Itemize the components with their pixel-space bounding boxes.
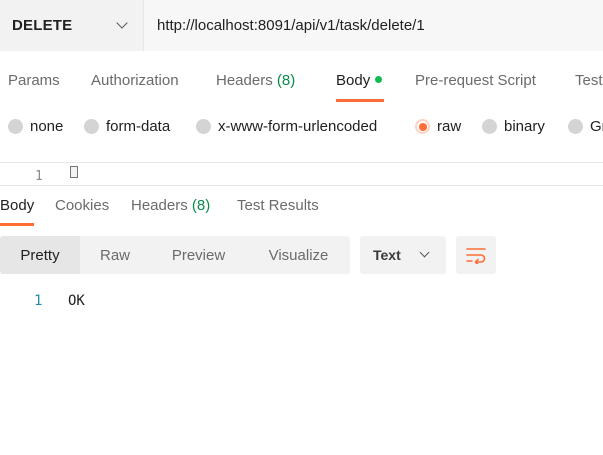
tab-tests[interactable]: Tests — [575, 72, 603, 89]
radio-circle — [196, 119, 211, 134]
radio-urlencoded-label: x-www-form-urlencoded — [218, 118, 378, 135]
response-tab-headers-count: (8) — [191, 197, 211, 214]
response-tab-body[interactable]: Body — [0, 197, 34, 214]
view-pretty-button[interactable]: Pretty — [0, 236, 80, 274]
tab-headers[interactable]: Headers (8) — [216, 72, 295, 89]
radio-circle-selected — [415, 119, 430, 134]
response-tab-headers[interactable]: Headers (8) — [131, 197, 210, 214]
tab-params[interactable]: Params — [8, 72, 60, 89]
view-visualize-button[interactable]: Visualize — [247, 236, 350, 274]
radio-circle — [482, 119, 497, 134]
wrap-lines-button[interactable] — [456, 236, 496, 274]
response-tabs: Body Cookies Headers (8) Test Results — [0, 186, 603, 226]
response-tab-test-results[interactable]: Test Results — [237, 197, 319, 214]
radio-circle — [8, 119, 23, 134]
response-body[interactable]: 1 OK — [0, 288, 603, 318]
chevron-down-icon — [116, 17, 128, 29]
wrap-lines-icon — [466, 248, 486, 264]
response-tab-cookies[interactable]: Cookies — [55, 197, 109, 214]
radio-circle — [84, 119, 99, 134]
editor-line-number: 1 — [35, 169, 43, 184]
body-type-options: none form-data x-www-form-urlencoded raw… — [0, 112, 603, 142]
radio-circle — [568, 119, 583, 134]
active-response-tab-indicator — [0, 223, 34, 226]
view-preview-button[interactable]: Preview — [150, 236, 247, 274]
view-raw-button[interactable]: Raw — [80, 236, 150, 274]
chevron-down-icon — [419, 247, 430, 258]
tab-headers-count: (8) — [276, 72, 296, 89]
radio-none[interactable]: none — [8, 118, 63, 135]
response-line-number: 1 — [34, 293, 43, 309]
tab-headers-label: Headers — [216, 72, 273, 89]
radio-form-data-label: form-data — [106, 118, 171, 135]
format-select[interactable]: Text — [360, 236, 446, 274]
tab-body-label: Body — [336, 72, 371, 89]
request-body-editor[interactable]: 1 — [0, 162, 603, 186]
tab-authorization[interactable]: Authorization — [91, 72, 179, 89]
radio-graphql[interactable]: GraphQL — [568, 118, 603, 135]
request-tabs: Params Authorization Headers (8) Body Pr… — [0, 62, 603, 102]
radio-none-label: none — [30, 118, 64, 135]
radio-urlencoded[interactable]: x-www-form-urlencoded — [196, 118, 377, 135]
format-label: Text — [373, 247, 401, 263]
request-bar: DELETE http://localhost:8091/api/v1/task… — [0, 0, 603, 51]
dot-icon — [375, 76, 383, 83]
active-tab-indicator — [336, 99, 384, 102]
radio-binary-label: binary — [504, 118, 545, 135]
response-view-switcher: Pretty Raw Preview Visualize — [0, 236, 350, 274]
method-label: DELETE — [12, 17, 73, 34]
tab-body[interactable]: Body — [336, 72, 383, 89]
radio-raw[interactable]: raw — [415, 118, 461, 135]
response-line-text: OK — [68, 293, 85, 309]
radio-graphql-label: GraphQL — [590, 118, 603, 135]
radio-raw-label: raw — [437, 118, 462, 135]
radio-form-data[interactable]: form-data — [84, 118, 170, 135]
response-tab-headers-label: Headers — [131, 197, 188, 214]
editor-cursor — [70, 166, 78, 178]
tab-prerequest-script[interactable]: Pre-request Script — [415, 72, 536, 89]
url-input[interactable]: http://localhost:8091/api/v1/task/delete… — [144, 0, 603, 51]
radio-binary[interactable]: binary — [482, 118, 545, 135]
method-select[interactable]: DELETE — [0, 0, 144, 51]
